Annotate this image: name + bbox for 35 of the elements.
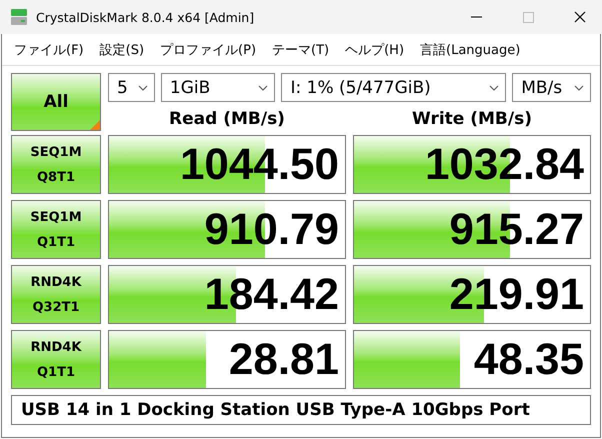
column-header: Write (MB/s) xyxy=(412,109,532,129)
app-icon xyxy=(10,8,28,26)
minimize-icon[interactable] xyxy=(470,16,482,18)
close-icon[interactable] xyxy=(574,11,586,23)
dropdown[interactable]: 1GiB xyxy=(160,73,276,102)
all-button[interactable]: All xyxy=(11,73,101,131)
result-value: 28.81 xyxy=(228,334,339,384)
result-value: 910.79 xyxy=(204,204,339,254)
caret-icon xyxy=(138,84,148,90)
dropdown[interactable]: MB/s xyxy=(512,73,592,102)
result-value: 1032.84 xyxy=(424,140,584,190)
result-value: 184.42 xyxy=(204,270,339,320)
caret-icon xyxy=(258,84,268,90)
corner-icon xyxy=(90,120,100,130)
dropdown[interactable]: I: 1% (5/477GiB) xyxy=(281,73,506,102)
caret-icon xyxy=(574,84,584,90)
menu-item[interactable]: ヘルプ(H) xyxy=(337,40,412,58)
test-button[interactable]: SEQ1M Q8T1 xyxy=(11,135,101,194)
menu-item[interactable]: プロファイル(P) xyxy=(152,40,264,58)
dropdown[interactable]: 5 xyxy=(108,73,155,102)
menu-item[interactable]: 設定(S) xyxy=(92,40,152,58)
result-value: 48.35 xyxy=(474,334,584,384)
result-value: 1044.50 xyxy=(180,140,339,190)
result-value: 219.91 xyxy=(449,270,584,320)
test-button[interactable]: RND4K Q1T1 xyxy=(11,330,101,389)
caret-icon xyxy=(489,84,500,90)
window-title: CrystalDiskMark 8.0.4 x64 [Admin] xyxy=(36,10,256,24)
comment-field[interactable]: USB 14 in 1 Docking Station USB Type-A 10Gbps Port xyxy=(11,395,591,425)
test-button[interactable]: RND4K Q32T1 xyxy=(11,265,101,324)
column-header: Read (MB/s) xyxy=(169,109,285,129)
menu-item[interactable]: テーマ(T) xyxy=(264,40,338,58)
result-value: 915.27 xyxy=(449,204,584,254)
test-button[interactable]: SEQ1M Q1T1 xyxy=(11,200,101,259)
menu-item[interactable]: ファイル(F) xyxy=(6,40,92,58)
menu-item[interactable]: 言語(Language) xyxy=(412,40,528,58)
